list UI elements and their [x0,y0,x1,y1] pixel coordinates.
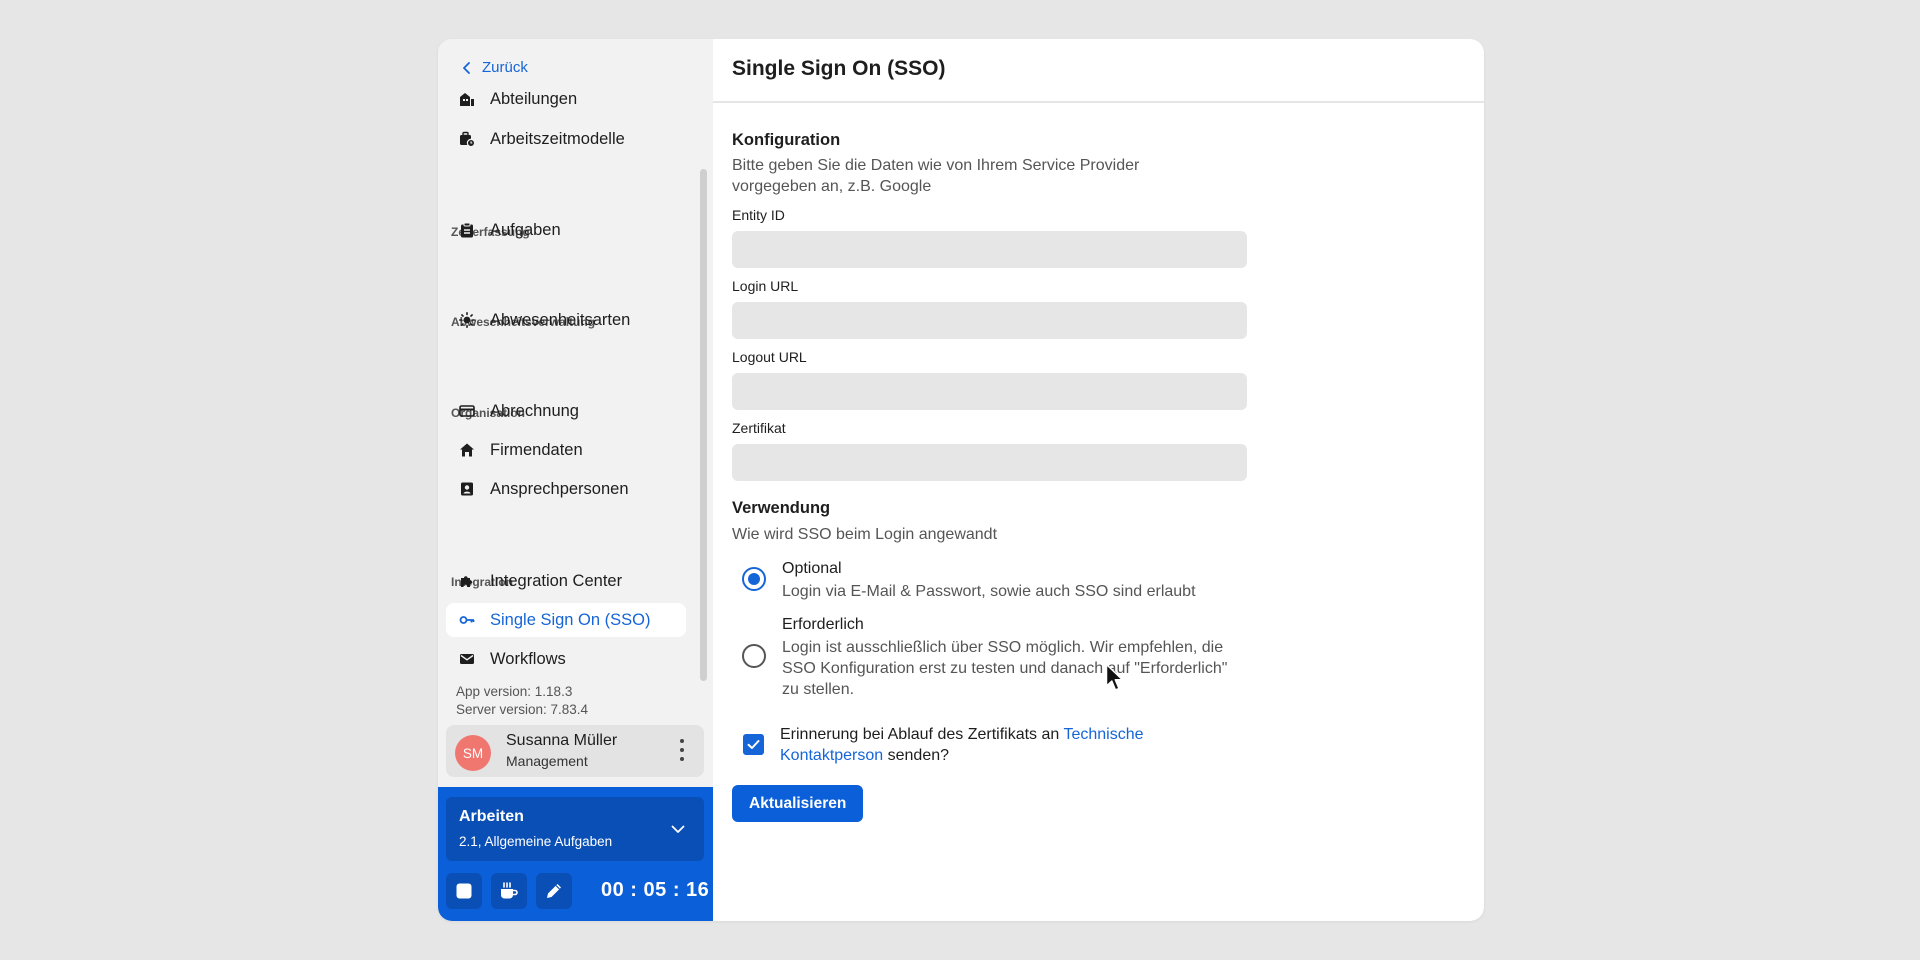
entity-id-field[interactable] [732,231,1247,268]
key-icon [458,611,476,629]
credit-card-icon [458,402,476,420]
config-heading: Konfiguration [732,131,841,149]
building-icon [458,90,476,108]
home-icon [458,441,476,459]
briefcase-clock-icon [458,130,476,148]
sidebar-item-label: Abrechnung [490,401,579,420]
server-version: Server version: 7.83.4 [456,702,589,717]
edit-button[interactable] [536,873,572,909]
usage-description: Wie wird SSO beim Login angewandt [732,526,998,543]
task-selector[interactable]: Arbeiten 2.1, Allgemeine Aufgaben [446,797,704,861]
stop-button[interactable] [446,873,482,909]
task-subtitle: 2.1, Allgemeine Aufgaben [459,834,613,849]
user-card[interactable]: SM Susanna Müller Management [446,725,704,777]
task-title: Arbeiten [459,808,524,825]
chevron-left-icon [463,61,470,74]
sidebar-item-label: Single Sign On (SSO) [490,610,651,629]
more-options-icon[interactable] [676,739,688,761]
chevron-down-icon [671,825,685,833]
sidebar-item-label: Arbeitszeitmodelle [490,129,625,148]
mail-icon [458,650,476,668]
sidebar-item-aufgaben[interactable]: Aufgaben [446,213,686,247]
reminder-checkbox[interactable] [743,734,764,755]
radio-erforderlich[interactable] [742,644,766,668]
sidebar-item-sso[interactable]: Single Sign On (SSO) [446,603,686,637]
sidebar: Zurück Abteilungen Arbeitszeitmodelle Ze… [438,39,713,921]
sidebar-item-abteilungen[interactable]: Abteilungen [446,87,686,116]
time-tracker: Arbeiten 2.1, Allgemeine Aufgaben 00 : 0… [438,787,713,921]
back-link[interactable]: Zurück [460,59,528,76]
timer-display: 00 : 05 : 16 [601,879,710,901]
sidebar-item-workflows[interactable]: Workflows [446,642,686,676]
puzzle-icon [458,572,476,590]
stop-icon [456,883,472,899]
login-url-label: Login URL [732,278,799,294]
pencil-icon [547,884,561,898]
login-url-field[interactable] [732,302,1247,339]
sidebar-item-label: Firmendaten [490,440,583,459]
main-content: Single Sign On (SSO) Konfiguration Bitte… [713,39,1484,921]
app-version: App version: 1.18.3 [456,684,573,699]
user-role: Management [506,753,588,769]
page-title: Single Sign On (SSO) [732,57,946,80]
avatar: SM [455,735,491,771]
reminder-text-after: senden? [883,747,950,764]
reminder-text-before: Erinnerung bei Ablauf des Zertifikats an [780,726,1064,743]
usage-heading: Verwendung [732,499,831,517]
option-erforderlich-title: Erforderlich [782,616,864,633]
update-button[interactable]: Aktualisieren [732,785,864,822]
sidebar-item-label: Ansprechpersonen [490,479,629,498]
option-optional-desc: Login via E-Mail & Passwort, sowie auch … [782,583,1196,600]
radio-optional[interactable] [742,567,766,591]
user-name: Susanna Müller [506,732,618,749]
reminder-text: Erinnerung bei Ablauf des Zertifikats an… [780,724,1220,766]
sidebar-item-label: Integration Center [490,571,623,590]
sidebar-item-abwesenheitsarten[interactable]: Abwesenheitsarten [446,303,686,337]
back-label: Zurück [482,59,528,76]
zertifikat-label: Zertifikat [732,420,786,436]
sidebar-item-label: Workflows [490,649,566,668]
sun-icon [458,311,476,329]
sidebar-item-integration-center[interactable]: Integration Center [446,564,686,598]
header-divider [713,101,1484,103]
sidebar-item-label: Aufgaben [490,220,561,239]
sidebar-scrollbar[interactable] [700,169,707,681]
logout-url-field[interactable] [732,373,1247,410]
sidebar-item-ansprechpersonen[interactable]: Ansprechpersonen [446,472,686,506]
break-button[interactable] [491,873,527,909]
config-description-line2: vorgegeben an, z.B. Google [732,178,932,195]
sidebar-item-abrechnung[interactable]: Abrechnung [446,394,686,428]
sidebar-item-label: Abwesenheitsarten [490,310,631,329]
config-description-line1: Bitte geben Sie die Daten wie von Ihrem … [732,157,1140,174]
contact-badge-icon [458,480,476,498]
option-optional-title: Optional [782,560,842,577]
zertifikat-field[interactable] [732,444,1247,481]
clipboard-icon [458,221,476,239]
app-window: Zurück Abteilungen Arbeitszeitmodelle Ze… [438,39,1484,921]
option-erforderlich-desc: Login ist ausschließlich über SSO möglic… [782,639,1228,698]
logout-url-label: Logout URL [732,349,807,365]
entity-id-label: Entity ID [732,207,785,223]
coffee-cup-icon [501,882,518,899]
sidebar-item-arbeitszeitmodelle[interactable]: Arbeitszeitmodelle [446,122,686,156]
sidebar-nav: Abteilungen Arbeitszeitmodelle Zeiterfas… [438,87,698,602]
checkmark-icon [747,740,760,749]
sidebar-item-label: Abteilungen [490,89,578,108]
sidebar-item-firmendaten[interactable]: Firmendaten [446,433,686,467]
